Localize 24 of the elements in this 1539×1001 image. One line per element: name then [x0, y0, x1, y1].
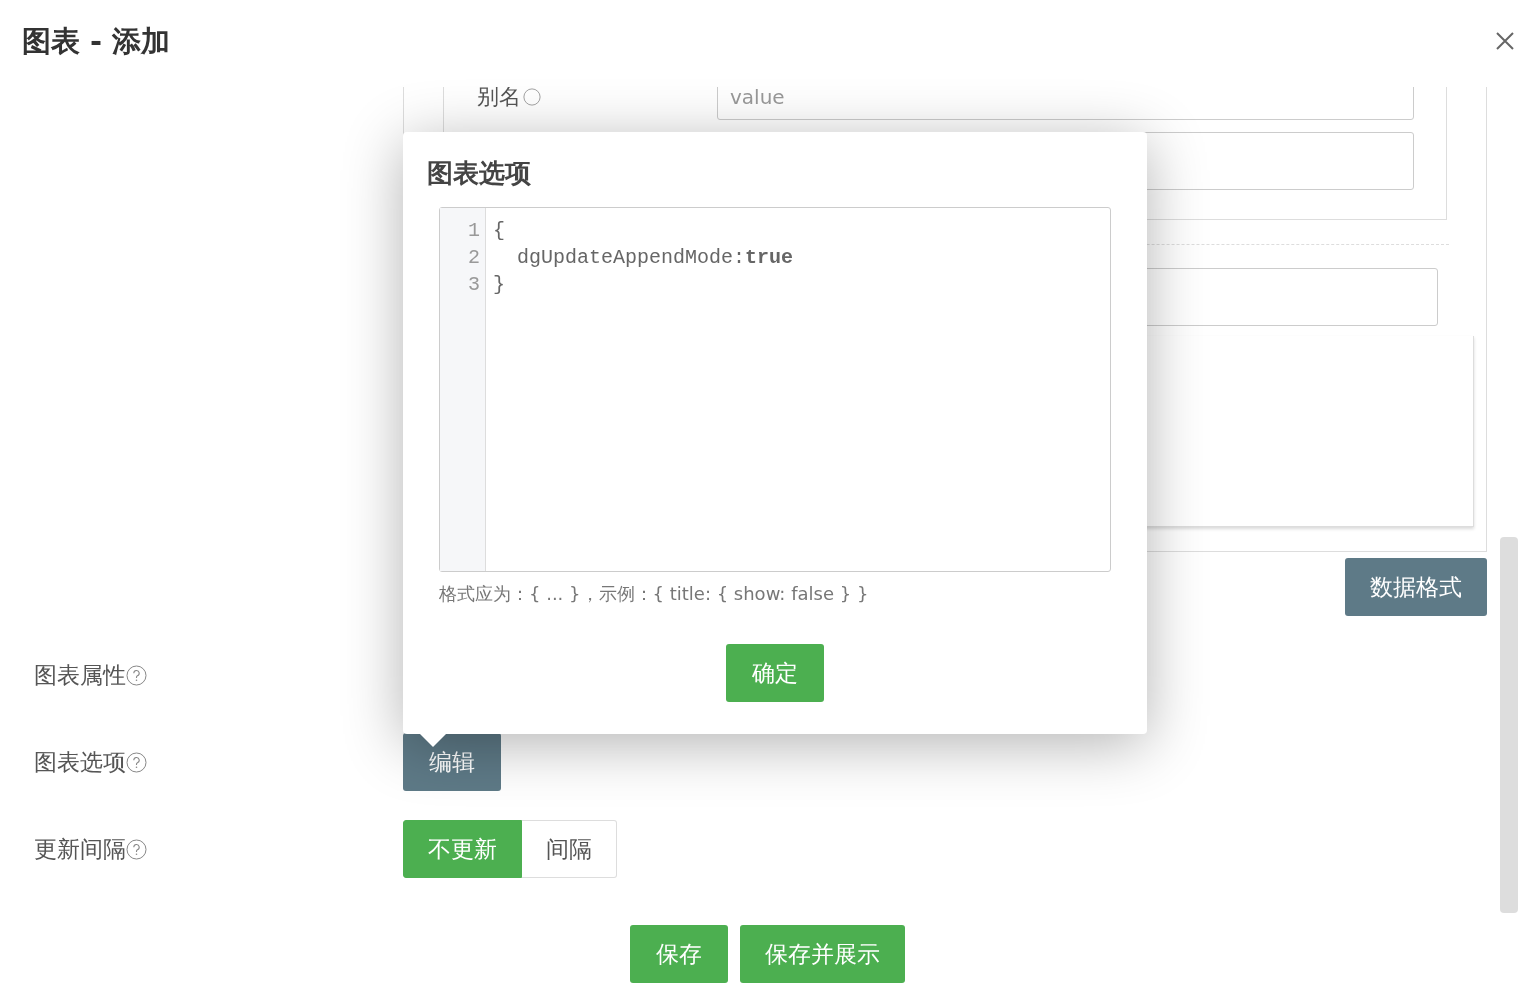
alias-field[interactable]: value: [717, 87, 1414, 120]
dialog-title: 图表 - 添加: [22, 22, 171, 60]
line-number: 1: [467, 218, 481, 244]
confirm-button[interactable]: 确定: [726, 644, 824, 702]
code-line: dgUpdateAppendMode:true: [516, 246, 794, 269]
code-editor[interactable]: 1 2 3 { dgUpdateAppendMode:true }: [439, 207, 1111, 572]
popover-title: 图表选项: [427, 157, 532, 190]
format-hint: 格式应为：{ ... }，示例：{ title: { show: false } }: [439, 582, 870, 606]
save-button[interactable]: 保存: [630, 925, 728, 983]
toggle-option[interactable]: 间隔: [522, 820, 617, 878]
form-label: 图表属性: [34, 660, 126, 690]
data-format-button[interactable]: 数据格式: [1345, 558, 1487, 616]
code-line: }: [493, 273, 505, 296]
toggle-option[interactable]: 不更新: [403, 820, 522, 878]
line-number: 2: [467, 245, 481, 271]
form-label: 更新间隔: [34, 834, 126, 864]
form-label: 图表选项: [34, 747, 126, 777]
line-number: 3: [467, 272, 481, 298]
field-label: 别名: [477, 87, 521, 111]
save-button[interactable]: 保存并展示: [740, 925, 905, 983]
close-icon[interactable]: [1495, 30, 1515, 51]
code-line: {: [493, 219, 505, 242]
scrollbar-thumb[interactable]: [1500, 537, 1518, 913]
edit-button[interactable]: 编辑: [403, 733, 501, 791]
